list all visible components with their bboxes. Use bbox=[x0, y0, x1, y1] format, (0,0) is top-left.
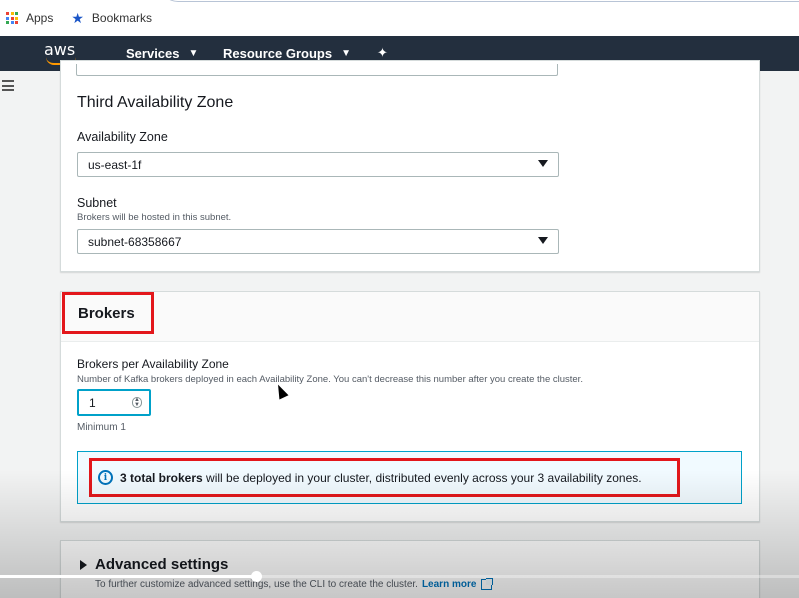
subnet-description: Brokers will be hosted in this subnet. bbox=[77, 212, 232, 223]
pushpin-icon[interactable]: ✦ bbox=[377, 45, 388, 61]
apps-bookmark[interactable]: Apps bbox=[6, 11, 53, 25]
brokers-per-az-description: Number of Kafka brokers deployed in each… bbox=[77, 374, 583, 385]
star-icon: ★ bbox=[71, 9, 84, 26]
learn-more-link[interactable]: Learn more bbox=[422, 579, 476, 590]
chevron-down-icon: ▼ bbox=[188, 48, 199, 59]
bookmarks-label: Bookmarks bbox=[91, 11, 152, 25]
previous-subnet-select[interactable] bbox=[76, 64, 558, 76]
apps-label: Apps bbox=[26, 11, 54, 25]
advanced-settings-title: Advanced settings bbox=[95, 556, 229, 573]
menu-icon[interactable] bbox=[2, 80, 14, 94]
az-select[interactable]: us-east-1f bbox=[77, 152, 559, 177]
total-brokers-text: 3 total brokers bbox=[120, 470, 203, 485]
info-alert-text: 3 total brokers will be deployed in your… bbox=[120, 471, 642, 485]
brokers-panel-header bbox=[61, 292, 759, 342]
brokers-title-text: Brokers bbox=[78, 304, 135, 322]
caret-down-icon bbox=[538, 237, 548, 244]
spinner-arrows-icon[interactable]: ▲ ▼ bbox=[132, 397, 142, 408]
external-link-icon bbox=[481, 578, 494, 590]
az-select-value: us-east-1f bbox=[88, 157, 142, 172]
subnet-select[interactable]: subnet-68358667 bbox=[77, 229, 559, 254]
brokers-per-az-stepper[interactable]: 1 ▲ ▼ bbox=[77, 389, 151, 416]
video-progress-bar[interactable] bbox=[0, 571, 799, 582]
video-scrubber-handle[interactable] bbox=[250, 571, 262, 582]
advanced-settings-toggle[interactable]: Advanced settings bbox=[80, 556, 228, 573]
info-alert-highlight: i 3 total brokers will be deployed in yo… bbox=[89, 458, 680, 497]
az-label: Availability Zone bbox=[77, 130, 168, 144]
resource-groups-label: Resource Groups bbox=[223, 46, 333, 61]
third-az-title: Third Availability Zone bbox=[77, 94, 234, 111]
resource-groups-menu[interactable]: Resource Groups ▼ bbox=[223, 46, 351, 61]
address-bar-edge bbox=[160, 0, 799, 2]
video-progress-fill bbox=[0, 575, 256, 578]
brokers-per-az-label: Brokers per Availability Zone bbox=[77, 357, 229, 371]
bookmarks-folder[interactable]: ★ Bookmarks bbox=[71, 10, 152, 27]
advanced-settings-description: To further customize advanced settings, … bbox=[95, 578, 494, 590]
caret-right-icon bbox=[80, 559, 87, 570]
chevron-down-icon: ▼ bbox=[341, 48, 351, 59]
info-icon: i bbox=[98, 470, 113, 485]
services-menu[interactable]: Services ▼ bbox=[126, 46, 198, 61]
subnet-label: Subnet bbox=[77, 196, 117, 210]
minimum-hint: Minimum 1 bbox=[77, 422, 126, 433]
brokers-per-az-value: 1 bbox=[89, 395, 96, 410]
services-label: Services bbox=[126, 46, 180, 61]
bookmarks-bar: Apps ★ Bookmarks bbox=[0, 0, 799, 36]
caret-down-icon bbox=[538, 160, 548, 167]
info-alert-rest: will be deployed in your cluster, distri… bbox=[202, 470, 642, 485]
subnet-select-value: subnet-68358667 bbox=[88, 234, 182, 249]
apps-grid-icon bbox=[6, 12, 18, 24]
brokers-title: Brokers bbox=[62, 292, 154, 334]
